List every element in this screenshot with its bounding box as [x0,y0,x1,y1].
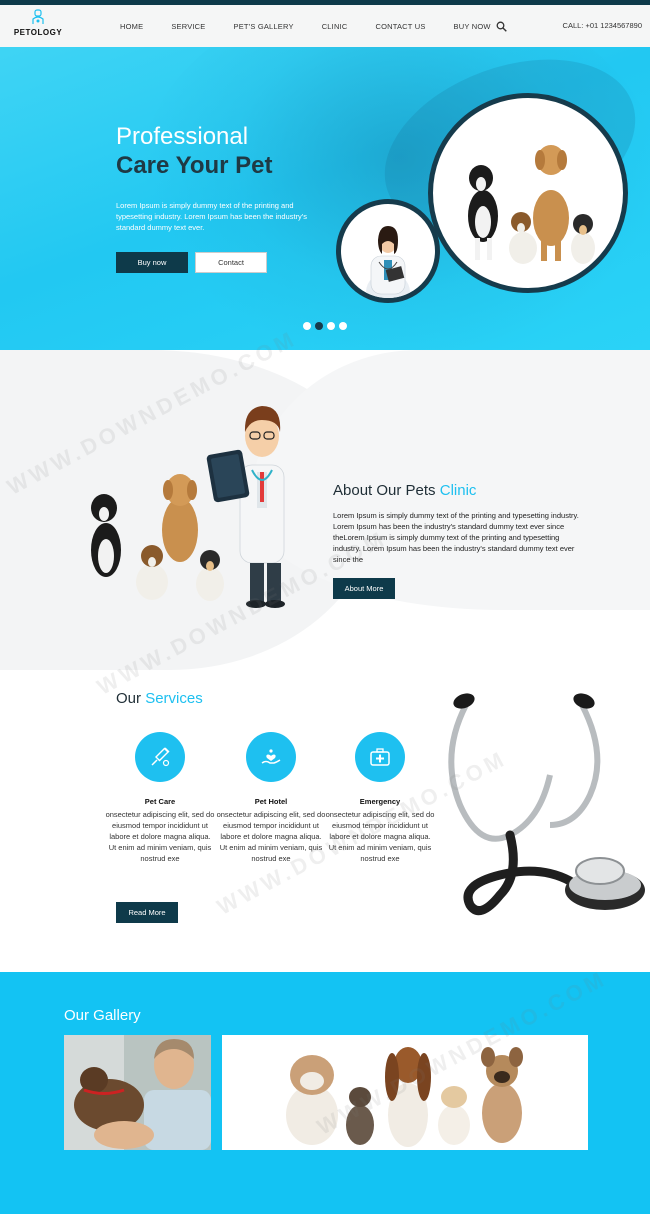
hero-text: Lorem Ipsum is simply dummy text of the … [116,201,307,232]
service-card-pet-care[interactable]: Pet Care onsectetur adipiscing elit, sed… [105,732,215,864]
about-section: About Our Pets Clinic Lorem Ipsum is sim… [0,350,650,670]
menu-service[interactable]: SERVICE [171,22,205,31]
slider-dot-4[interactable] [339,322,347,330]
menu-buy-now[interactable]: BUY NOW [454,22,491,31]
services-section: Our Services Pet Care onsectetur adipisc… [0,670,650,972]
logo-icon [32,9,44,24]
service-title: Pet Hotel [254,797,288,806]
search-icon[interactable] [496,21,507,32]
hero-subtitle: Care Your Pet [116,152,273,179]
service-title: Pet Care [144,797,176,806]
menu-gallery[interactable]: PET'S GALLERY [234,22,294,31]
hero-section: Professional Care Your Pet Lorem Ipsum i… [0,47,650,350]
slider-dot-3[interactable] [327,322,335,330]
service-text: onsectetur adipiscing elit, sed do eiusm… [105,810,215,863]
stethoscope-image [448,693,645,916]
about-title: About Our Pets Clinic [333,482,476,499]
gallery-section: Our Gallery [0,972,650,1214]
logo[interactable]: PETOLOGY [10,9,66,45]
gallery-title: Our Gallery [64,1007,141,1024]
brand-name: PETOLOGY [13,28,63,37]
vet-with-dogs-illustration [91,406,285,608]
call-number[interactable]: CALL: +01 1234567890 [563,21,642,30]
hero-doctor-image [336,199,440,303]
gallery-image-vet-holding-puppy[interactable] [64,1035,211,1150]
buy-now-button[interactable]: Buy now [116,252,188,273]
syringe-icon [135,732,185,782]
navbar: PETOLOGY HOME SERVICE PET'S GALLERY CLIN… [0,5,650,47]
service-title: Emergency [359,797,401,806]
services-title-main: Our [116,690,146,707]
about-more-button[interactable]: About More [333,578,395,599]
about-text: Lorem Ipsum is simply dummy text of the … [333,511,579,564]
gallery-image-dogs-and-cats[interactable] [222,1035,588,1150]
service-card-pet-hotel[interactable]: Pet Hotel onsectetur adipiscing elit, se… [216,732,326,864]
slider-dot-2[interactable] [315,322,323,330]
hero-dogs-image [428,93,628,293]
services-title-accent: Services [145,690,203,707]
read-more-button[interactable]: Read More [116,902,178,923]
slider-dots [303,322,351,330]
menu-contact[interactable]: CONTACT US [375,22,425,31]
hand-heart-icon [246,732,296,782]
hero-title: Professional [116,123,249,150]
service-card-emergency[interactable]: Emergency onsectetur adipiscing elit, se… [325,732,435,864]
menu-clinic[interactable]: CLINIC [322,22,348,31]
services-title: Our Services [116,690,203,707]
menu-home[interactable]: HOME [120,22,143,31]
service-text: onsectetur adipiscing elit, sed do eiusm… [216,810,326,863]
service-text: onsectetur adipiscing elit, sed do eiusm… [325,810,435,863]
medical-kit-icon [355,732,405,782]
main-menu: HOME SERVICE PET'S GALLERY CLINIC CONTAC… [120,5,519,47]
about-title-main: About Our Pets [333,482,440,499]
contact-button[interactable]: Contact [195,252,267,273]
slider-dot-1[interactable] [303,322,311,330]
about-title-accent: Clinic [439,482,477,499]
